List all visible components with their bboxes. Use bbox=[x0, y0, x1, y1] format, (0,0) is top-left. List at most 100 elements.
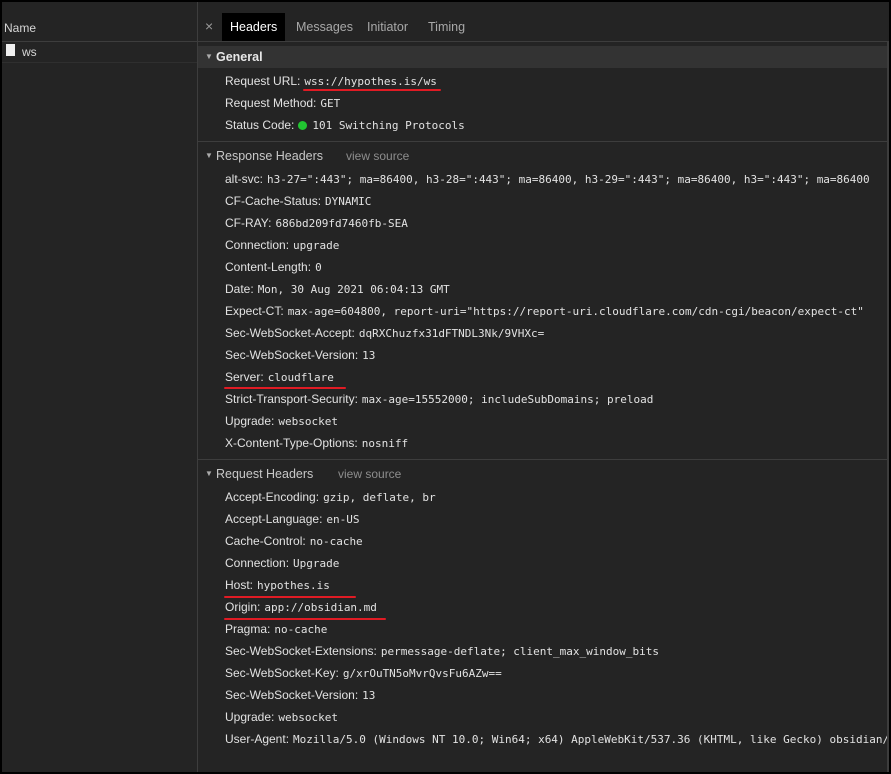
tab-messages[interactable]: Messages bbox=[288, 13, 361, 41]
header-key: CF-Cache-Status: bbox=[225, 194, 322, 208]
header-row: Pragma: no-cache bbox=[225, 619, 327, 639]
header-key: Upgrade: bbox=[225, 414, 275, 428]
header-value: no-cache bbox=[274, 623, 328, 636]
header-value: g/xrOuTN5oMvrQvsFu6AZw== bbox=[342, 667, 502, 680]
header-key: Origin: bbox=[225, 600, 261, 614]
header-key: Expect-CT: bbox=[225, 304, 284, 318]
collapse-triangle-icon: ▼ bbox=[205, 52, 213, 61]
name-column-header[interactable]: Name bbox=[2, 13, 197, 42]
header-value: Mozilla/5.0 (Windows NT 10.0; Win64; x64… bbox=[293, 733, 889, 746]
header-value: 686bd209fd7460fb-SEA bbox=[275, 217, 408, 230]
header-key: Sec-WebSocket-Extensions: bbox=[225, 644, 377, 658]
devtools-network-panel: Name ws × Headers Messages Initiator Tim… bbox=[2, 2, 889, 772]
header-row: Sec-WebSocket-Key: g/xrOuTN5oMvrQvsFu6AZw… bbox=[225, 663, 502, 683]
header-value: websocket bbox=[278, 415, 338, 428]
header-value: GET bbox=[320, 97, 341, 110]
header-key: alt-svc: bbox=[225, 172, 264, 186]
header-value: 101 Switching Protocols bbox=[312, 119, 465, 132]
annotation-underline-host bbox=[224, 596, 356, 598]
header-key: Upgrade: bbox=[225, 710, 275, 724]
header-key: Request Method: bbox=[225, 96, 317, 110]
general-row: Status Code: 101 Switching Protocols bbox=[225, 115, 465, 135]
header-key: Pragma: bbox=[225, 622, 271, 636]
header-row: X-Content-Type-Options: nosniff bbox=[225, 433, 408, 453]
header-key: Request URL: bbox=[225, 74, 301, 88]
header-value: wss://hypothes.is/ws bbox=[304, 75, 437, 88]
header-key: Cache-Control: bbox=[225, 534, 306, 548]
header-row: Expect-CT: max-age=604800, report-uri="ht… bbox=[225, 301, 864, 321]
details-tabbar: × Headers Messages Initiator Timing bbox=[198, 13, 889, 42]
header-key: Strict-Transport-Security: bbox=[225, 392, 358, 406]
section-divider bbox=[198, 141, 889, 142]
header-key: Accept-Encoding: bbox=[225, 490, 320, 504]
section-divider bbox=[198, 459, 889, 460]
document-icon bbox=[6, 44, 15, 56]
header-value: h3-27=":443"; ma=86400, h3-28=":443"; ma… bbox=[267, 173, 870, 186]
collapse-triangle-icon: ▼ bbox=[205, 151, 213, 160]
header-key: Accept-Language: bbox=[225, 512, 323, 526]
name-column-label: Name bbox=[4, 21, 37, 35]
header-row: Sec-WebSocket-Version: 13 bbox=[225, 685, 375, 705]
request-view-source-link[interactable]: view source bbox=[338, 463, 401, 485]
annotation-underline-server bbox=[224, 387, 346, 389]
annotation-underline-url bbox=[303, 89, 441, 91]
header-key: CF-RAY: bbox=[225, 216, 272, 230]
close-icon[interactable]: × bbox=[205, 18, 213, 34]
header-row: Accept-Encoding: gzip, deflate, br bbox=[225, 487, 436, 507]
scrollbar[interactable] bbox=[887, 42, 889, 772]
header-row: CF-Cache-Status: DYNAMIC bbox=[225, 191, 371, 211]
response-view-source-link[interactable]: view source bbox=[346, 145, 409, 167]
header-key: Sec-WebSocket-Version: bbox=[225, 688, 359, 702]
header-row: User-Agent: Mozilla/5.0 (Windows NT 10.0;… bbox=[225, 729, 889, 749]
request-headers-toggle[interactable]: ▼ Request Headers view source bbox=[198, 463, 889, 485]
header-value: Mon, 30 Aug 2021 06:04:13 GMT bbox=[257, 283, 450, 296]
header-row: Content-Length: 0 bbox=[225, 257, 322, 277]
general-section-toggle[interactable]: ▼ General bbox=[198, 46, 889, 68]
header-key: Connection: bbox=[225, 238, 290, 252]
header-row: Connection: upgrade bbox=[225, 235, 339, 255]
header-row: Server: cloudflare bbox=[225, 367, 334, 387]
request-name: ws bbox=[22, 45, 37, 59]
header-key: Sec-WebSocket-Accept: bbox=[225, 326, 355, 340]
header-value: Upgrade bbox=[293, 557, 340, 570]
header-value: max-age=604800, report-uri="https://repo… bbox=[287, 305, 864, 318]
header-row: Host: hypothes.is bbox=[225, 575, 330, 595]
header-value: cloudflare bbox=[267, 371, 334, 384]
header-row: Upgrade: websocket bbox=[225, 411, 338, 431]
tab-timing[interactable]: Timing bbox=[420, 13, 473, 41]
header-row: Sec-WebSocket-Extensions: permessage-defl… bbox=[225, 641, 659, 661]
header-row: Date: Mon, 30 Aug 2021 06:04:13 GMT bbox=[225, 279, 450, 299]
annotation-underline-origin bbox=[224, 618, 386, 620]
header-key: X-Content-Type-Options: bbox=[225, 436, 358, 450]
response-headers-title: Response Headers bbox=[216, 149, 324, 163]
header-row: Strict-Transport-Security: max-age=155520… bbox=[225, 389, 653, 409]
request-headers-title: Request Headers bbox=[216, 467, 314, 481]
header-value: DYNAMIC bbox=[325, 195, 372, 208]
header-value: no-cache bbox=[309, 535, 363, 548]
header-row: CF-RAY: 686bd209fd7460fb-SEA bbox=[225, 213, 408, 233]
response-headers-toggle[interactable]: ▼ Response Headers view source bbox=[198, 145, 889, 167]
header-key: User-Agent: bbox=[225, 732, 290, 746]
general-row: Request URL: wss://hypothes.is/ws bbox=[225, 71, 437, 91]
header-value: upgrade bbox=[293, 239, 340, 252]
header-key: Status Code: bbox=[225, 118, 295, 132]
header-value: 0 bbox=[315, 261, 322, 274]
request-details: × Headers Messages Initiator Timing ▼ Ge… bbox=[198, 2, 889, 772]
header-key: Content-Length: bbox=[225, 260, 312, 274]
header-row: Cache-Control: no-cache bbox=[225, 531, 363, 551]
header-row: Origin: app://obsidian.md bbox=[225, 597, 377, 617]
tab-headers[interactable]: Headers bbox=[222, 13, 286, 41]
header-key: Host: bbox=[225, 578, 254, 592]
header-row: Sec-WebSocket-Accept: dqRXChuzfx31dFTNDL3… bbox=[225, 323, 544, 343]
header-value: websocket bbox=[278, 711, 338, 724]
request-row-ws[interactable]: ws bbox=[2, 42, 197, 63]
header-key: Server: bbox=[225, 370, 264, 384]
header-value: dqRXChuzfx31dFTNDL3Nk/9VHXc= bbox=[358, 327, 545, 340]
header-row: Accept-Language: en-US bbox=[225, 509, 360, 529]
header-value: max-age=15552000; includeSubDomains; pre… bbox=[361, 393, 654, 406]
header-value: permessage-deflate; client_max_window_bi… bbox=[380, 645, 660, 658]
header-value: gzip, deflate, br bbox=[323, 491, 436, 504]
header-row: alt-svc: h3-27=":443"; ma=86400, h3-28=":… bbox=[225, 169, 870, 189]
tab-initiator[interactable]: Initiator bbox=[359, 13, 416, 41]
general-row: Request Method: GET bbox=[225, 93, 340, 113]
